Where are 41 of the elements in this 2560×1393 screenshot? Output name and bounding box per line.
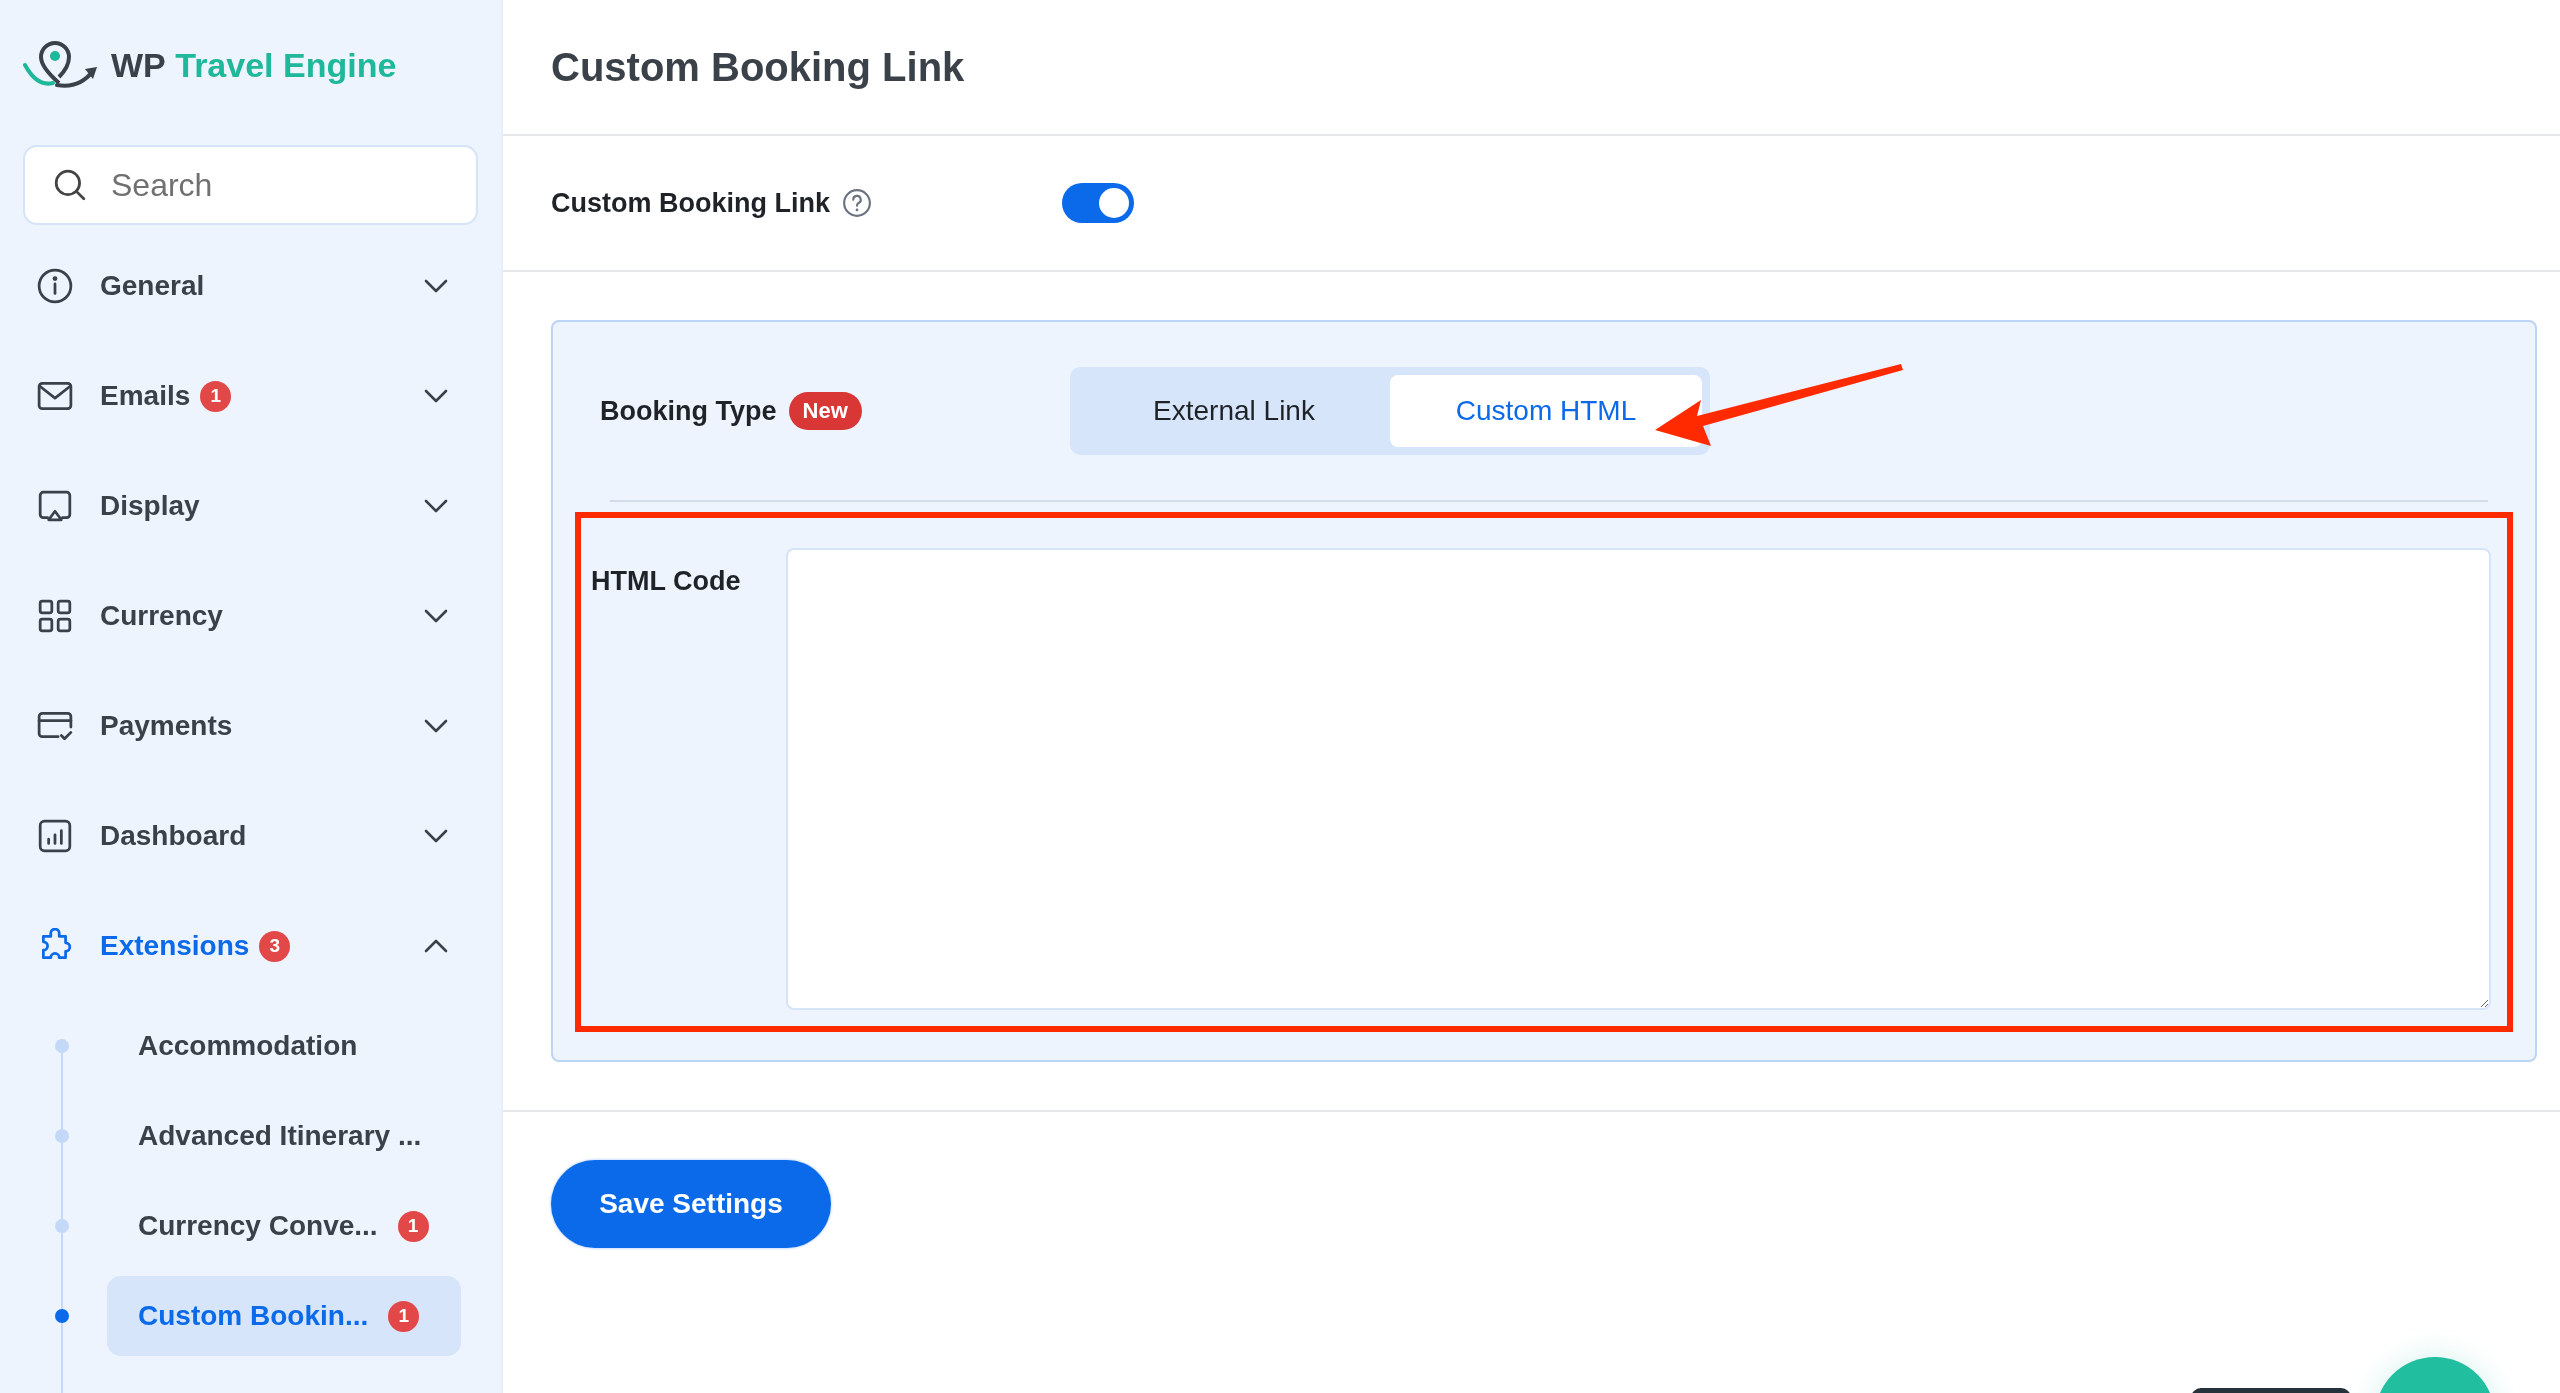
nav-item[interactable]: Display [23,451,478,561]
save-button[interactable]: Save Settings [551,1160,831,1248]
page-title: Custom Booking Link [551,44,965,90]
field-label: HTML Code [591,566,742,598]
chevron-down-icon [424,499,448,513]
chevron-down-icon [424,609,448,623]
chevron-down-icon [424,279,448,293]
submenu-item[interactable]: Currency Conve... 1 [107,1186,461,1266]
info-icon [37,268,73,304]
grid-icon [37,598,73,634]
chevron-down-icon [424,719,448,733]
nav-item[interactable]: Dashboard [23,781,478,891]
count-badge: 1 [397,1210,429,1242]
logo-text: WP Travel Engine [111,45,397,85]
chart-icon [37,818,73,854]
nav-item[interactable]: General [23,231,478,341]
count-badge: 1 [200,380,232,412]
search-field[interactable]: Search [23,145,478,225]
search-icon [53,168,87,202]
chevron-down-icon [424,829,448,843]
field-label: Custom Booking Link [551,187,830,219]
new-badge: New [788,392,862,430]
tree-dot [55,1309,69,1323]
segment-tab[interactable]: External Link [1078,375,1390,447]
count-badge: 3 [259,930,291,962]
field-label: Booking Type [600,395,777,427]
nav-item[interactable]: Currency [23,561,478,671]
logo-icon [23,39,99,91]
help-icon[interactable] [842,188,872,218]
monitor-icon [37,488,73,524]
nav-item[interactable]: Extensions 3 [23,891,478,1001]
nav-item[interactable]: Emails 1 [23,341,478,451]
count-badge: 1 [388,1300,420,1332]
toggle-switch[interactable] [1062,183,1134,223]
segment-tab[interactable]: Custom HTML [1390,375,1702,447]
nav-item[interactable]: Payments [23,671,478,781]
chevron-down-icon [424,389,448,403]
chevron-up-icon [424,939,448,953]
submenu-item[interactable]: Accommodation [107,1006,461,1086]
submenu-item[interactable]: Advanced Itinerary ... [107,1096,461,1176]
submenu-item[interactable]: Custom Bookin... 1 [107,1276,461,1356]
